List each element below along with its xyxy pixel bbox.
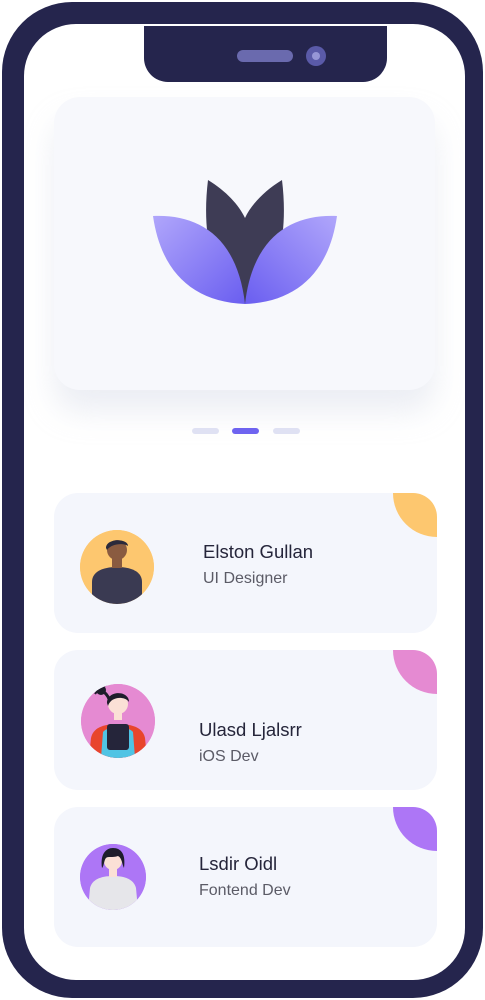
contact-card-ulasd[interactable]: Ulasd Ljalsrr iOS Dev: [54, 650, 437, 790]
carousel-dot-3[interactable]: [273, 428, 300, 434]
contact-card-lsdir[interactable]: Lsdir Oidl Fontend Dev: [54, 807, 437, 947]
contact-name: Ulasd Ljalsrr: [199, 719, 302, 740]
contact-role: Fontend Dev: [199, 882, 291, 899]
lotus-logo-icon: [153, 180, 337, 304]
contact-name: Elston Gullan: [203, 541, 314, 562]
contact-card-elston[interactable]: Elston Gullan UI Designer: [54, 493, 437, 633]
woman-with-tablet-avatar-icon: [81, 684, 155, 758]
carousel-dot-1[interactable]: [192, 428, 219, 434]
phone-screen: Elston Gullan UI Designer Ulasd Ljalsrr …: [24, 24, 465, 980]
card-corner-accent: [393, 807, 437, 851]
speaker-icon: [237, 50, 293, 62]
phone-notch: [144, 26, 387, 82]
card-corner-accent: [393, 650, 437, 694]
man-avatar-icon: [80, 530, 154, 604]
camera-icon: [306, 46, 326, 66]
woman-avatar-icon: [80, 844, 146, 910]
contact-role: UI Designer: [203, 570, 288, 587]
contact-role: iOS Dev: [199, 748, 259, 765]
carousel-dot-2[interactable]: [232, 428, 259, 434]
phone-frame: Elston Gullan UI Designer Ulasd Ljalsrr …: [2, 2, 483, 998]
hero-card[interactable]: [54, 97, 435, 390]
carousel-indicators: [192, 428, 302, 434]
card-corner-accent: [393, 493, 437, 537]
contact-name: Lsdir Oidl: [199, 853, 278, 874]
